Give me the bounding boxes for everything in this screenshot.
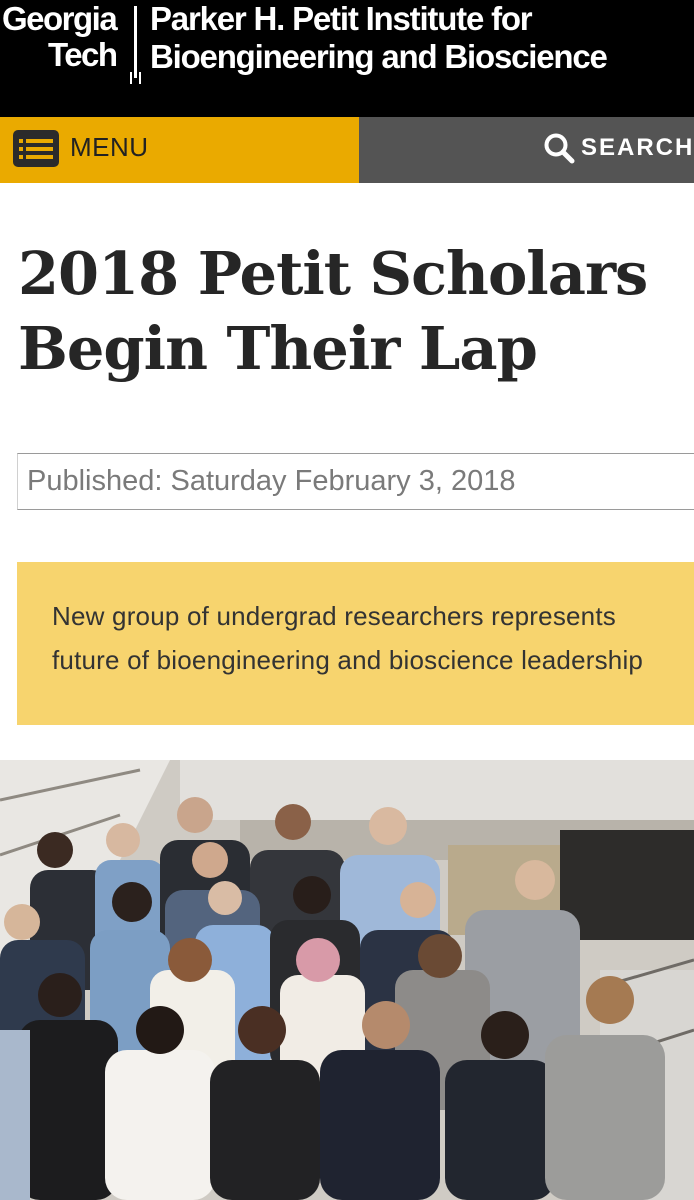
logo-tower-icon (130, 72, 141, 84)
list-menu-icon (13, 130, 59, 167)
institute-name-line1: Parker H. Petit Institute for (150, 0, 533, 37)
summary-line1: New group of undergrad researchers repre… (52, 601, 616, 631)
institute-name[interactable]: Parker H. Petit Institute for Bioenginee… (150, 0, 608, 76)
summary-text: New group of undergrad researchers repre… (52, 594, 694, 682)
page-title-line2: Begin Their Lap (18, 314, 538, 383)
article-summary: New group of undergrad researchers repre… (17, 562, 694, 725)
magnifier-icon (544, 133, 575, 164)
logo-divider (134, 6, 137, 78)
published-date-box: Published: Saturday February 3, 2018 (17, 453, 694, 510)
group-photo (0, 760, 694, 1200)
search-button[interactable]: SEARCH (359, 117, 694, 183)
page-title: 2018 Petit Scholars Begin Their Lap (18, 236, 688, 386)
search-label: SEARCH (581, 134, 694, 161)
published-date: Published: Saturday February 3, 2018 (27, 465, 516, 497)
nav-bar: MENU SEARCH (0, 117, 694, 183)
institute-name-line2: Bioengineering and Bioscience (150, 38, 608, 75)
georgia-tech-logo[interactable]: Georgia Tech (2, 0, 152, 86)
group-photo-image (0, 760, 694, 1200)
summary-line2: future of bioengineering and bioscience … (52, 645, 644, 675)
menu-label: MENU (70, 132, 149, 162)
logo-tech: Tech (48, 36, 118, 73)
logo-georgia: Georgia (2, 0, 118, 37)
page-title-line1: 2018 Petit Scholars (18, 239, 648, 308)
site-header: Georgia Tech Parker H. Petit Institute f… (0, 0, 694, 117)
menu-button[interactable]: MENU (0, 117, 359, 183)
